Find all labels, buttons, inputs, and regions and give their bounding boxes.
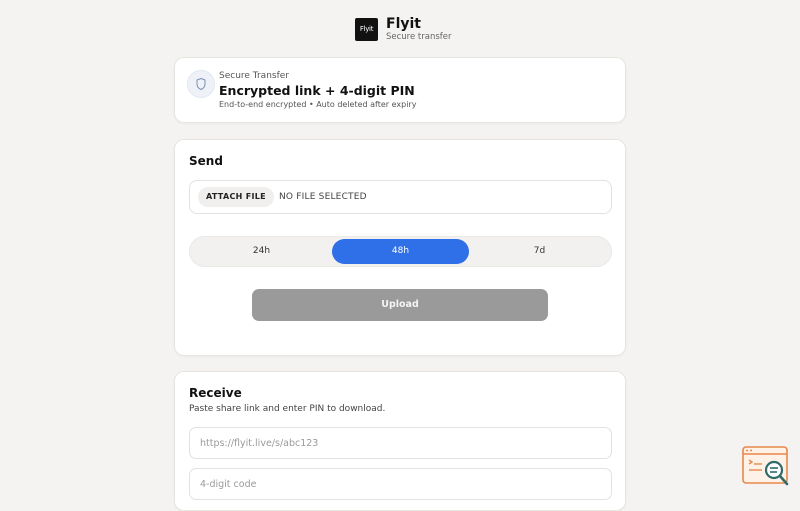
shield-icon — [187, 70, 215, 98]
receive-subtitle: Paste share link and enter PIN to downlo… — [189, 404, 386, 414]
attach-file-button[interactable]: ATTACH FILE — [198, 187, 274, 207]
secure-title: Encrypted link + 4-digit PIN — [219, 83, 415, 98]
expiry-selector: 24h 48h 7d — [189, 236, 612, 267]
brand-logo: Flyit — [355, 17, 378, 41]
secure-transfer-card: Secure Transfer Encrypted link + 4-digit… — [174, 57, 626, 123]
upload-button[interactable]: Upload — [252, 289, 548, 321]
send-title: Send — [189, 154, 223, 168]
brand-name: Flyit — [386, 16, 421, 32]
secure-kicker: Secure Transfer — [219, 71, 289, 81]
pin-input[interactable] — [189, 468, 612, 500]
receive-card: Receive Paste share link and enter PIN t… — [174, 371, 626, 511]
brand-text: Flyit Secure transfer — [386, 16, 452, 42]
expiry-option-48h[interactable]: 48h — [332, 239, 469, 264]
receive-title: Receive — [189, 386, 242, 400]
search-code-icon[interactable] — [742, 446, 790, 488]
file-status: NO FILE SELECTED — [279, 192, 367, 202]
expiry-option-7d[interactable]: 7d — [471, 239, 608, 264]
expiry-option-24h[interactable]: 24h — [193, 239, 330, 264]
app-header: Flyit Flyit Secure transfer — [355, 16, 452, 42]
secure-subtitle: End-to-end encrypted • Auto deleted afte… — [219, 100, 417, 109]
send-card: Send ATTACH FILE NO FILE SELECTED 24h 48… — [174, 139, 626, 356]
brand-tagline: Secure transfer — [386, 32, 452, 42]
file-picker[interactable]: ATTACH FILE NO FILE SELECTED — [189, 180, 612, 214]
share-link-input[interactable] — [189, 427, 612, 459]
